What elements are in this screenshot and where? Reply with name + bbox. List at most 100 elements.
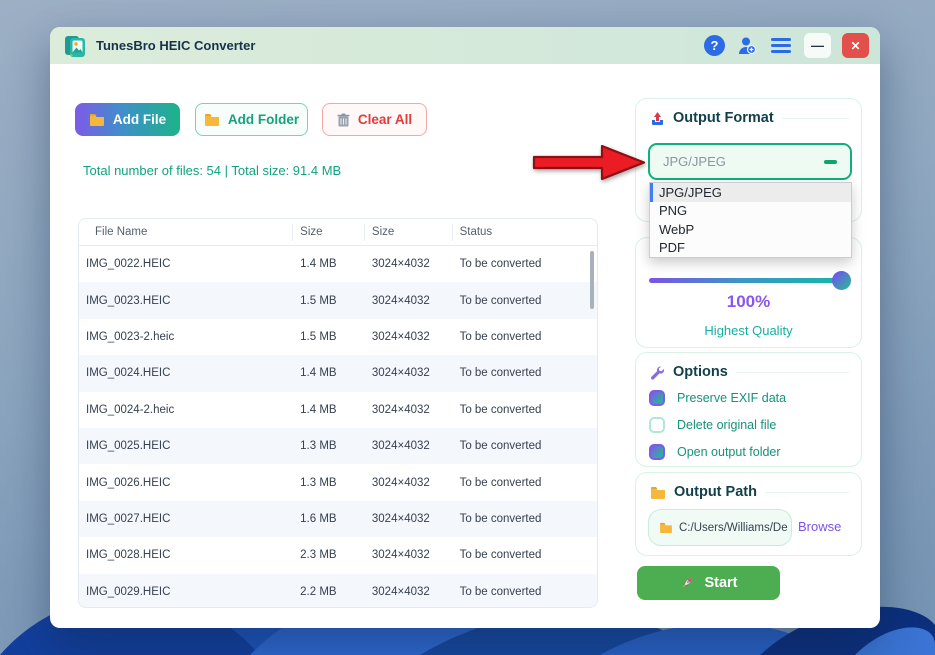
- column-header-size: Size: [293, 224, 365, 241]
- file-status-cell: To be converted: [453, 404, 597, 416]
- file-dimensions-cell: 3024×4032: [365, 258, 453, 270]
- output-path-field[interactable]: C:/Users/Williams/De: [648, 509, 792, 546]
- file-dimensions-cell: 3024×4032: [365, 440, 453, 452]
- close-button[interactable]: ✕: [842, 33, 869, 58]
- file-dimensions-cell: 3024×4032: [365, 367, 453, 379]
- table-row[interactable]: IMG_0024-2.heic1.4 MB3024×4032To be conv…: [79, 392, 597, 428]
- table-row[interactable]: IMG_0027.HEIC1.6 MB3024×4032To be conver…: [79, 501, 597, 537]
- start-button[interactable]: Start: [637, 566, 780, 600]
- folder-icon: [89, 113, 105, 126]
- format-option-pdf[interactable]: PDF: [650, 239, 851, 258]
- app-window: TunesBro HEIC Converter ? — ✕ Add File A…: [50, 27, 880, 628]
- divider: [765, 492, 849, 493]
- format-option-jpg-jpeg[interactable]: JPG/JPEG: [650, 183, 851, 202]
- register-user-icon[interactable]: [736, 35, 758, 57]
- format-selected-value: JPG/JPEG: [663, 154, 726, 169]
- file-dimensions-cell: 3024×4032: [365, 404, 453, 416]
- file-status-cell: To be converted: [453, 367, 597, 379]
- file-name-cell: IMG_0029.HEIC: [79, 586, 293, 598]
- table-header-row: File Name Size Size Status: [79, 219, 597, 246]
- file-dimensions-cell: 3024×4032: [365, 295, 453, 307]
- table-row[interactable]: IMG_0024.HEIC1.4 MB3024×4032To be conver…: [79, 355, 597, 391]
- help-icon[interactable]: ?: [704, 35, 725, 56]
- file-size-cell: 1.5 MB: [293, 295, 365, 307]
- format-option-png[interactable]: PNG: [650, 202, 851, 221]
- format-dropdown-list: JPG/JPEGPNGWebPPDF: [649, 182, 852, 258]
- file-size-cell: 1.4 MB: [293, 404, 365, 416]
- folder-icon: [650, 486, 666, 499]
- output-path-title: Output Path: [674, 484, 757, 500]
- divider: [782, 118, 849, 119]
- file-size-cell: 1.6 MB: [293, 513, 365, 525]
- checkbox-unchecked-icon[interactable]: [649, 417, 665, 433]
- table-row[interactable]: IMG_0023-2.heic1.5 MB3024×4032To be conv…: [79, 319, 597, 355]
- title-bar: TunesBro HEIC Converter ? — ✕: [50, 27, 880, 64]
- clear-all-button[interactable]: Clear All: [322, 103, 427, 136]
- file-name-cell: IMG_0023-2.heic: [79, 331, 293, 343]
- file-name-cell: IMG_0024-2.heic: [79, 404, 293, 416]
- table-row[interactable]: IMG_0022.HEIC1.4 MB3024×4032To be conver…: [79, 246, 597, 282]
- file-dimensions-cell: 3024×4032: [365, 513, 453, 525]
- column-header-dimensions: Size: [365, 224, 453, 241]
- option-delete-original-file[interactable]: Delete original file: [649, 416, 859, 433]
- file-table-body: IMG_0022.HEIC1.4 MB3024×4032To be conver…: [79, 246, 597, 608]
- table-row[interactable]: IMG_0025.HEIC1.3 MB3024×4032To be conver…: [79, 428, 597, 464]
- option-preserve-exif-data[interactable]: Preserve EXIF data: [649, 389, 859, 406]
- start-label: Start: [704, 575, 737, 591]
- file-status-cell: To be converted: [453, 258, 597, 270]
- table-scrollbar[interactable]: [590, 251, 594, 309]
- quality-percent: 100%: [635, 292, 862, 312]
- file-size-cell: 1.4 MB: [293, 367, 365, 379]
- format-option-webp[interactable]: WebP: [650, 220, 851, 239]
- table-row[interactable]: IMG_0029.HEIC2.2 MB3024×4032To be conver…: [79, 574, 597, 608]
- output-path-value: C:/Users/Williams/De: [679, 522, 788, 534]
- files-summary: Total number of files: 54 | Total size: …: [83, 163, 341, 178]
- app-logo-icon: [63, 34, 87, 58]
- file-name-cell: IMG_0027.HEIC: [79, 513, 293, 525]
- quality-label: Highest Quality: [635, 323, 862, 338]
- dropdown-collapse-icon: [824, 160, 837, 164]
- file-dimensions-cell: 3024×4032: [365, 477, 453, 489]
- file-name-cell: IMG_0022.HEIC: [79, 258, 293, 270]
- browse-button[interactable]: Browse: [798, 519, 858, 534]
- add-file-label: Add File: [113, 112, 166, 127]
- table-row[interactable]: IMG_0026.HEIC1.3 MB3024×4032To be conver…: [79, 464, 597, 500]
- format-dropdown[interactable]: JPG/JPEG: [648, 143, 852, 180]
- file-dimensions-cell: 3024×4032: [365, 549, 453, 561]
- file-size-cell: 1.4 MB: [293, 258, 365, 270]
- option-open-output-folder[interactable]: Open output folder: [649, 443, 859, 460]
- file-status-cell: To be converted: [453, 331, 597, 343]
- add-folder-button[interactable]: Add Folder: [195, 103, 308, 136]
- table-row[interactable]: IMG_0028.HEIC2.3 MB3024×4032To be conver…: [79, 537, 597, 573]
- trash-icon: [337, 113, 350, 127]
- column-header-file-name: File Name: [79, 224, 293, 241]
- file-status-cell: To be converted: [453, 295, 597, 307]
- table-row[interactable]: IMG_0023.HEIC1.5 MB3024×4032To be conver…: [79, 282, 597, 318]
- add-file-button[interactable]: Add File: [75, 103, 180, 136]
- file-status-cell: To be converted: [453, 440, 597, 452]
- file-name-cell: IMG_0025.HEIC: [79, 440, 293, 452]
- file-status-cell: To be converted: [453, 513, 597, 525]
- file-dimensions-cell: 3024×4032: [365, 586, 453, 598]
- file-size-cell: 1.3 MB: [293, 477, 365, 489]
- quality-slider[interactable]: [649, 278, 845, 283]
- clear-all-label: Clear All: [358, 112, 412, 127]
- app-title: TunesBro HEIC Converter: [96, 38, 255, 53]
- file-name-cell: IMG_0026.HEIC: [79, 477, 293, 489]
- file-status-cell: To be converted: [453, 477, 597, 489]
- column-header-status: Status: [453, 224, 597, 241]
- options-list: Preserve EXIF data Delete original file Op…: [649, 389, 859, 460]
- menu-icon[interactable]: [769, 36, 793, 55]
- file-status-cell: To be converted: [453, 549, 597, 561]
- option-label: Delete original file: [677, 418, 776, 432]
- minimize-button[interactable]: —: [804, 33, 831, 58]
- file-dimensions-cell: 3024×4032: [365, 331, 453, 343]
- option-label: Preserve EXIF data: [677, 391, 786, 405]
- checkbox-checked-icon[interactable]: [649, 444, 665, 460]
- file-size-cell: 2.2 MB: [293, 586, 365, 598]
- slider-handle[interactable]: [832, 271, 851, 290]
- checkbox-checked-icon[interactable]: [649, 390, 665, 406]
- folder-icon: [204, 113, 220, 126]
- wrench-icon: [650, 365, 665, 380]
- pointer-arrow: [532, 143, 647, 183]
